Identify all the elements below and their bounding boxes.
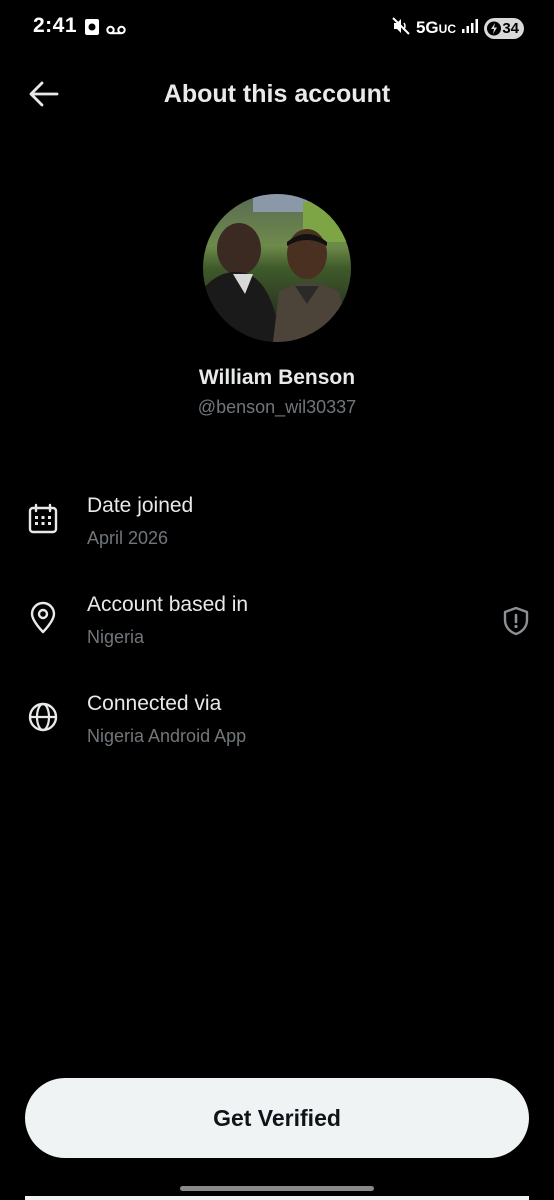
header: About this account <box>0 70 554 122</box>
account-based-in-label: Account based in <box>87 593 249 616</box>
signal-icon <box>462 18 478 38</box>
date-joined-value: April 2026 <box>87 528 169 548</box>
battery-indicator: 34 <box>484 17 524 40</box>
battery-level: 34 <box>502 19 519 37</box>
info-row-date-joined: Date joined April 2026 <box>0 494 554 564</box>
globe-icon <box>26 700 60 734</box>
bottom-content-strip <box>25 1196 529 1200</box>
voicemail-icon <box>106 22 126 40</box>
connected-via-value: Nigeria Android App <box>87 726 247 746</box>
mute-icon <box>392 16 410 40</box>
calendar-icon <box>26 502 60 536</box>
home-indicator[interactable] <box>180 1186 374 1191</box>
network-indicator: 5GUC <box>415 18 456 37</box>
info-row-connected-via: Connected via Nigeria Android App <box>0 692 554 762</box>
battery-charging-icon <box>487 21 501 40</box>
avatar[interactable] <box>203 194 351 342</box>
profile-handle: @benson_wil30337 <box>197 397 357 417</box>
status-bar: 2:41 5GUC 34 <box>0 0 554 56</box>
status-time: 2:41 <box>33 14 78 37</box>
profile-name: William Benson <box>198 366 356 389</box>
shield-alert-icon[interactable] <box>500 605 532 637</box>
page-title: About this account <box>163 80 391 108</box>
date-joined-label: Date joined <box>87 494 194 517</box>
get-verified-button[interactable]: Get Verified <box>25 1078 529 1158</box>
app-notification-icon <box>84 18 100 41</box>
info-row-account-based-in[interactable]: Account based in Nigeria <box>0 593 554 663</box>
location-pin-icon <box>26 601 60 635</box>
connected-via-label: Connected via <box>87 692 222 715</box>
account-based-in-value: Nigeria <box>87 627 145 647</box>
